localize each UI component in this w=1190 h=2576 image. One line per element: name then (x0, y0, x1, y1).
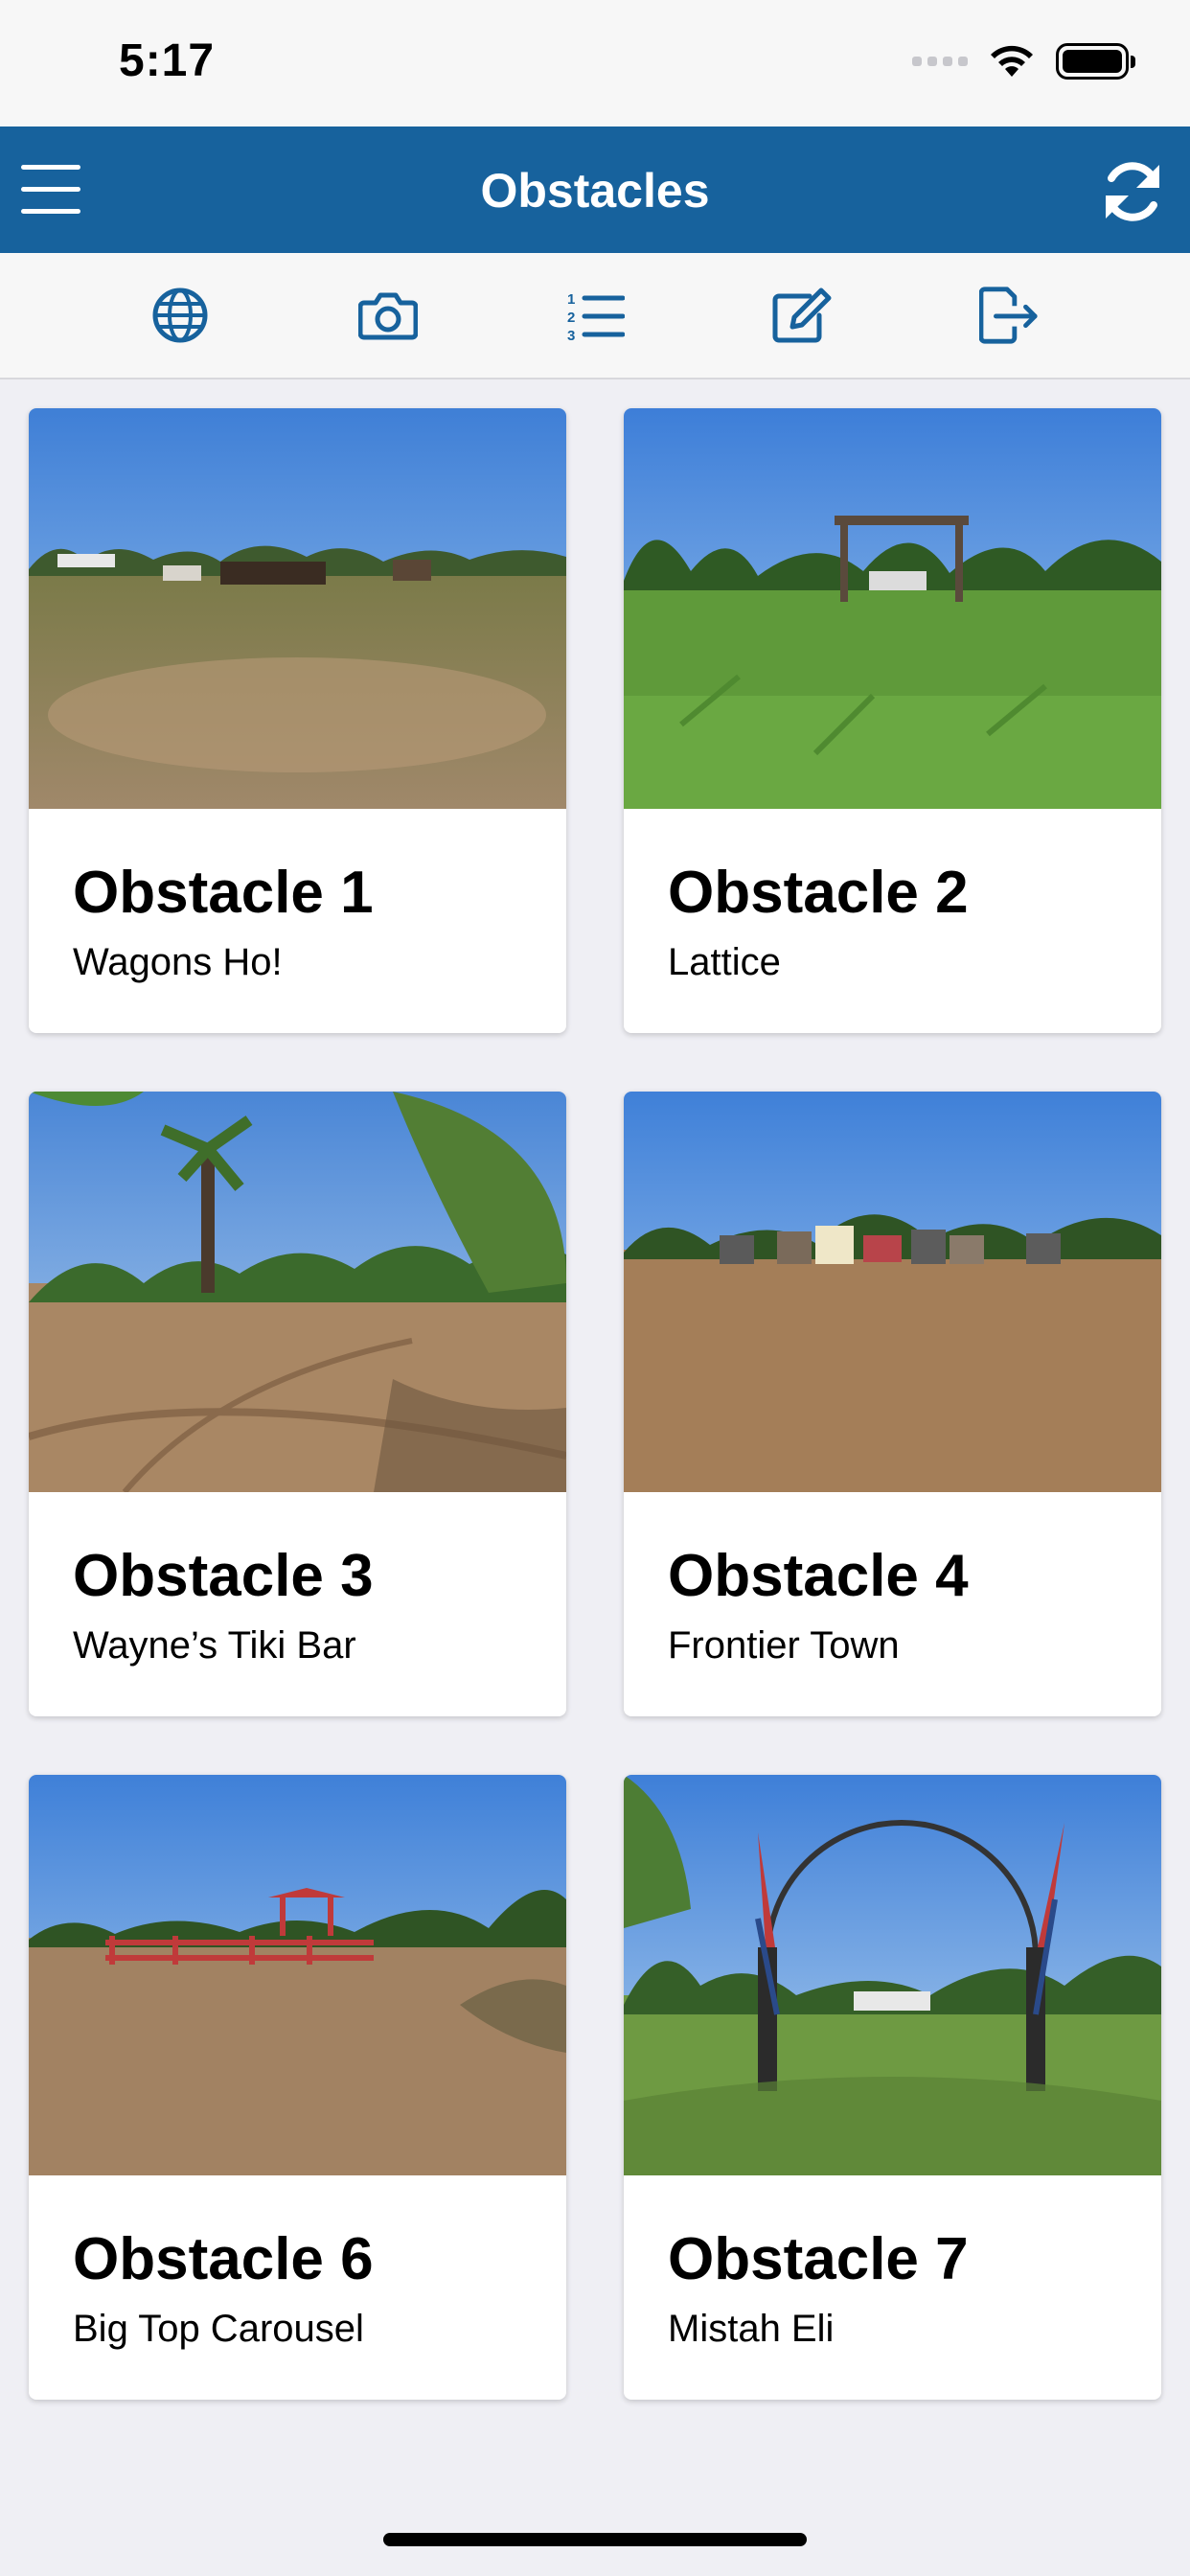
home-indicator[interactable] (383, 2533, 807, 2546)
wifi-icon (991, 45, 1033, 77)
obstacle-card[interactable]: Obstacle 3 Wayne’s Tiki Bar (29, 1092, 566, 1716)
obstacle-subtitle: Big Top Carousel (73, 2308, 364, 2350)
globe-icon (152, 288, 208, 343)
obstacle-card[interactable]: Obstacle 4 Frontier Town (624, 1092, 1161, 1716)
status-icons (912, 42, 1135, 80)
export-button[interactable] (978, 285, 1041, 346)
obstacle-title: Obstacle 2 (668, 860, 969, 926)
svg-text:1: 1 (567, 291, 575, 308)
obstacle-subtitle: Lattice (668, 941, 781, 983)
svg-text:3: 3 (567, 328, 575, 342)
status-bar: 5:17 (0, 0, 1190, 126)
list-button[interactable]: 1 2 3 (564, 285, 626, 346)
obstacle-photo (624, 1775, 1161, 2175)
obstacle-photo (29, 1092, 566, 1492)
status-time: 5:17 (119, 35, 216, 86)
obstacle-photo (29, 1775, 566, 2175)
obstacle-title: Obstacle 4 (668, 1543, 969, 1609)
export-icon (978, 287, 1038, 344)
toolbar: 1 2 3 (0, 253, 1190, 380)
obstacle-subtitle: Mistah Eli (668, 2308, 835, 2350)
screen: 5:17 Obstacles 1 2 3 Obstacle 1 Wagons H… (0, 0, 1190, 2576)
obstacle-subtitle: Wagons Ho! (73, 941, 283, 983)
camera-button[interactable] (357, 285, 419, 346)
refresh-button[interactable] (1096, 155, 1169, 228)
nav-bar: Obstacles (0, 126, 1190, 253)
obstacle-subtitle: Frontier Town (668, 1624, 900, 1667)
obstacle-photo (624, 408, 1161, 809)
battery-icon (1056, 43, 1135, 80)
map-button[interactable] (149, 285, 211, 346)
obstacle-card[interactable]: Obstacle 2 Lattice (624, 408, 1161, 1033)
obstacle-title: Obstacle 3 (73, 1543, 374, 1609)
obstacle-title: Obstacle 1 (73, 860, 374, 926)
obstacle-photo (29, 408, 566, 809)
edit-button[interactable] (771, 285, 833, 346)
obstacle-title: Obstacle 7 (668, 2226, 969, 2292)
obstacle-subtitle: Wayne’s Tiki Bar (73, 1624, 356, 1667)
refresh-icon (1106, 162, 1159, 221)
edit-icon (772, 288, 832, 343)
cellular-signal-icon (912, 57, 968, 66)
camera-icon (357, 292, 418, 340)
obstacle-card[interactable]: Obstacle 1 Wagons Ho! (29, 408, 566, 1033)
page-title: Obstacles (480, 164, 710, 218)
obstacle-card[interactable]: Obstacle 6 Big Top Carousel (29, 1775, 566, 2400)
obstacle-title: Obstacle 6 (73, 2226, 374, 2292)
numbered-list-icon: 1 2 3 (567, 291, 625, 342)
svg-text:2: 2 (567, 310, 575, 326)
obstacle-photo (624, 1092, 1161, 1492)
obstacle-card[interactable]: Obstacle 7 Mistah Eli (624, 1775, 1161, 2400)
